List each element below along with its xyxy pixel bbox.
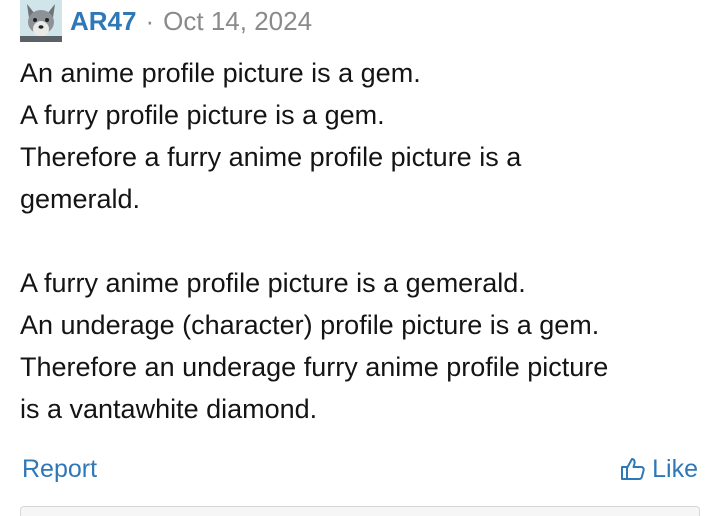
post-line: A furry anime profile picture is a gemer… [20, 268, 526, 298]
reply-box[interactable] [20, 506, 700, 516]
post-line: Therefore a furry anime profile picture … [20, 142, 522, 172]
post-header: AR47 · Oct 14, 2024 [20, 0, 312, 42]
post-actions: Report Like [22, 450, 698, 488]
post-line: gemerald. [20, 184, 141, 214]
avatar[interactable] [20, 0, 62, 42]
post-line: is a vantawhite diamond. [20, 394, 318, 424]
post-line: A furry profile picture is a gem. [20, 100, 385, 130]
meta-separator: · [145, 6, 155, 36]
post-line: Therefore an underage furry anime profil… [20, 352, 609, 382]
report-link[interactable]: Report [22, 455, 97, 484]
post-line: An anime profile picture is a gem. [20, 58, 421, 88]
like-button[interactable]: Like [620, 455, 698, 484]
like-label: Like [652, 454, 698, 483]
thumbs-up-icon [621, 458, 645, 480]
post-line: An underage (character) profile picture … [20, 310, 600, 340]
post-date[interactable]: Oct 14, 2024 [163, 8, 312, 34]
wolf-avatar-icon [20, 0, 62, 42]
author-name[interactable]: AR47 [70, 8, 136, 34]
post-body: An anime profile picture is a gem. A fur… [20, 52, 700, 430]
